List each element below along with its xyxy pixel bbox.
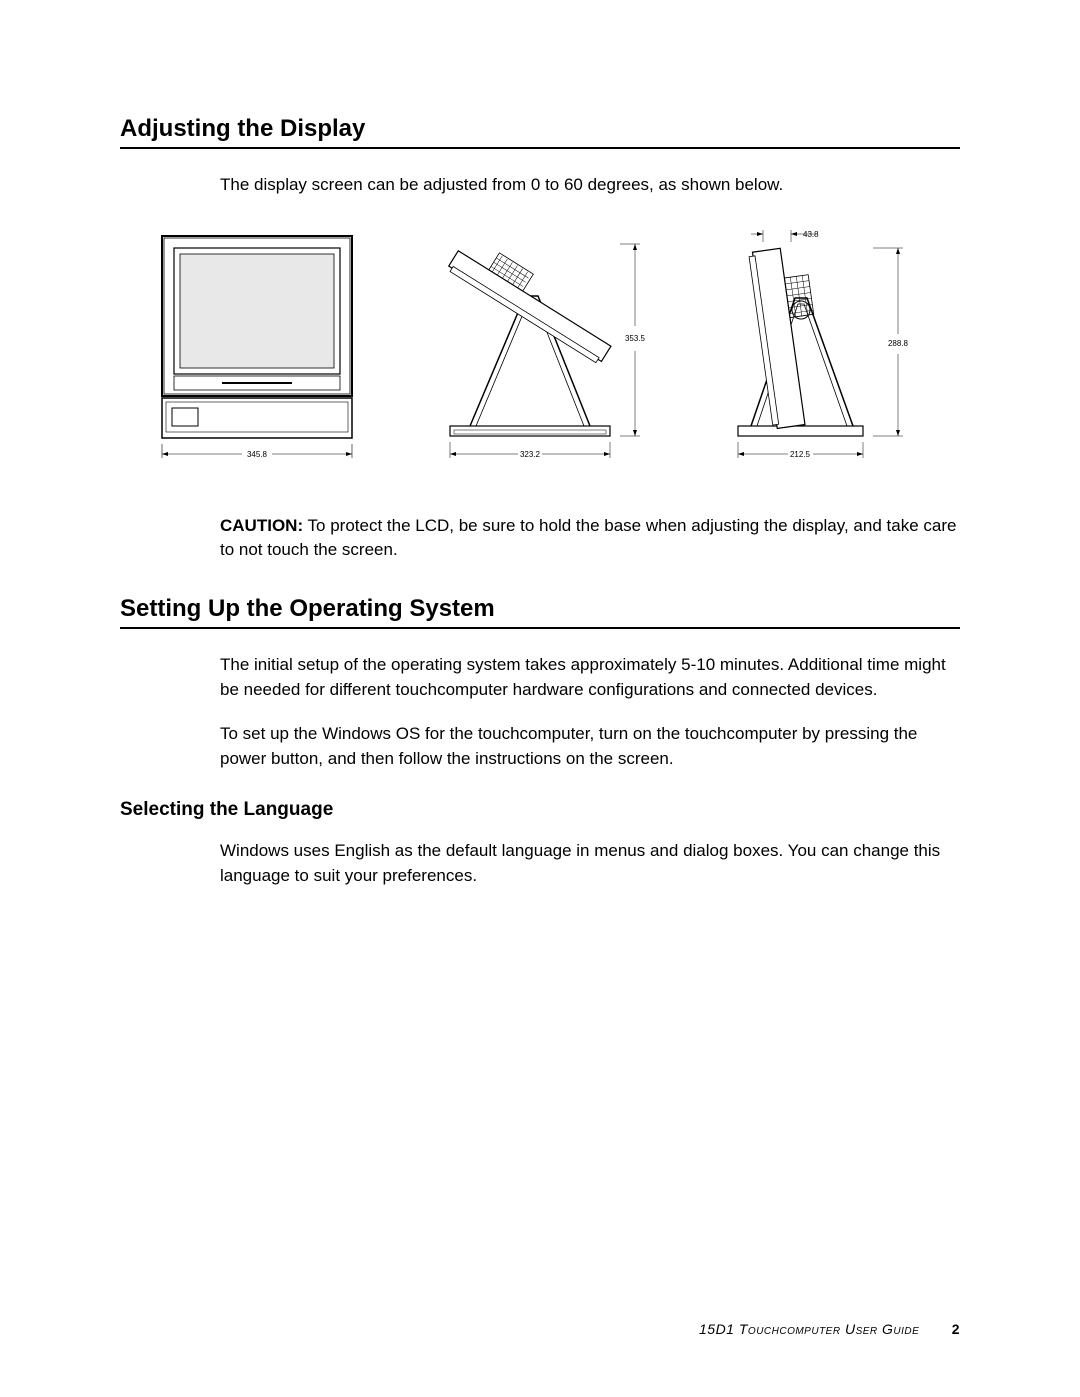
- dim-front-width: 345.8: [247, 450, 268, 459]
- figure-side-60-view: 353.5 323.2: [403, 226, 676, 476]
- dim-side0-height: 288.8: [888, 339, 909, 348]
- footer-title: 15D1 Touchcomputer User Guide: [699, 1321, 919, 1337]
- section-heading-os: Setting Up the Operating System: [120, 595, 960, 629]
- dim-side0-width: 212.5: [790, 450, 811, 459]
- footer-page-number: 2: [952, 1321, 960, 1337]
- dim-side60-width: 323.2: [520, 450, 541, 459]
- figure-row: 345.8: [120, 226, 960, 476]
- diagram-front-icon: 345.8: [142, 226, 372, 476]
- lang-para: Windows uses English as the default lang…: [220, 839, 960, 888]
- figure-front-view: 345.8: [120, 226, 393, 476]
- caution-paragraph: CAUTION: To protect the LCD, be sure to …: [220, 514, 960, 563]
- caution-label: CAUTION:: [220, 516, 303, 535]
- dim-side60-height: 353.5: [625, 334, 646, 343]
- os-para2: To set up the Windows OS for the touchco…: [220, 722, 960, 771]
- sub-heading-language: Selecting the Language: [120, 799, 960, 821]
- section-heading-adjusting: Adjusting the Display: [120, 115, 960, 149]
- caution-text: To protect the LCD, be sure to hold the …: [220, 516, 956, 560]
- diagram-side0-icon: 43.8: [703, 226, 943, 476]
- dim-top-depth: 43.8: [803, 230, 819, 239]
- figure-side-0-view: 43.8: [687, 226, 960, 476]
- intro-paragraph: The display screen can be adjusted from …: [220, 173, 960, 198]
- page-footer: 15D1 Touchcomputer User Guide 2: [699, 1321, 960, 1337]
- os-para1: The initial setup of the operating syste…: [220, 653, 960, 702]
- diagram-side60-icon: 353.5 323.2: [410, 226, 670, 476]
